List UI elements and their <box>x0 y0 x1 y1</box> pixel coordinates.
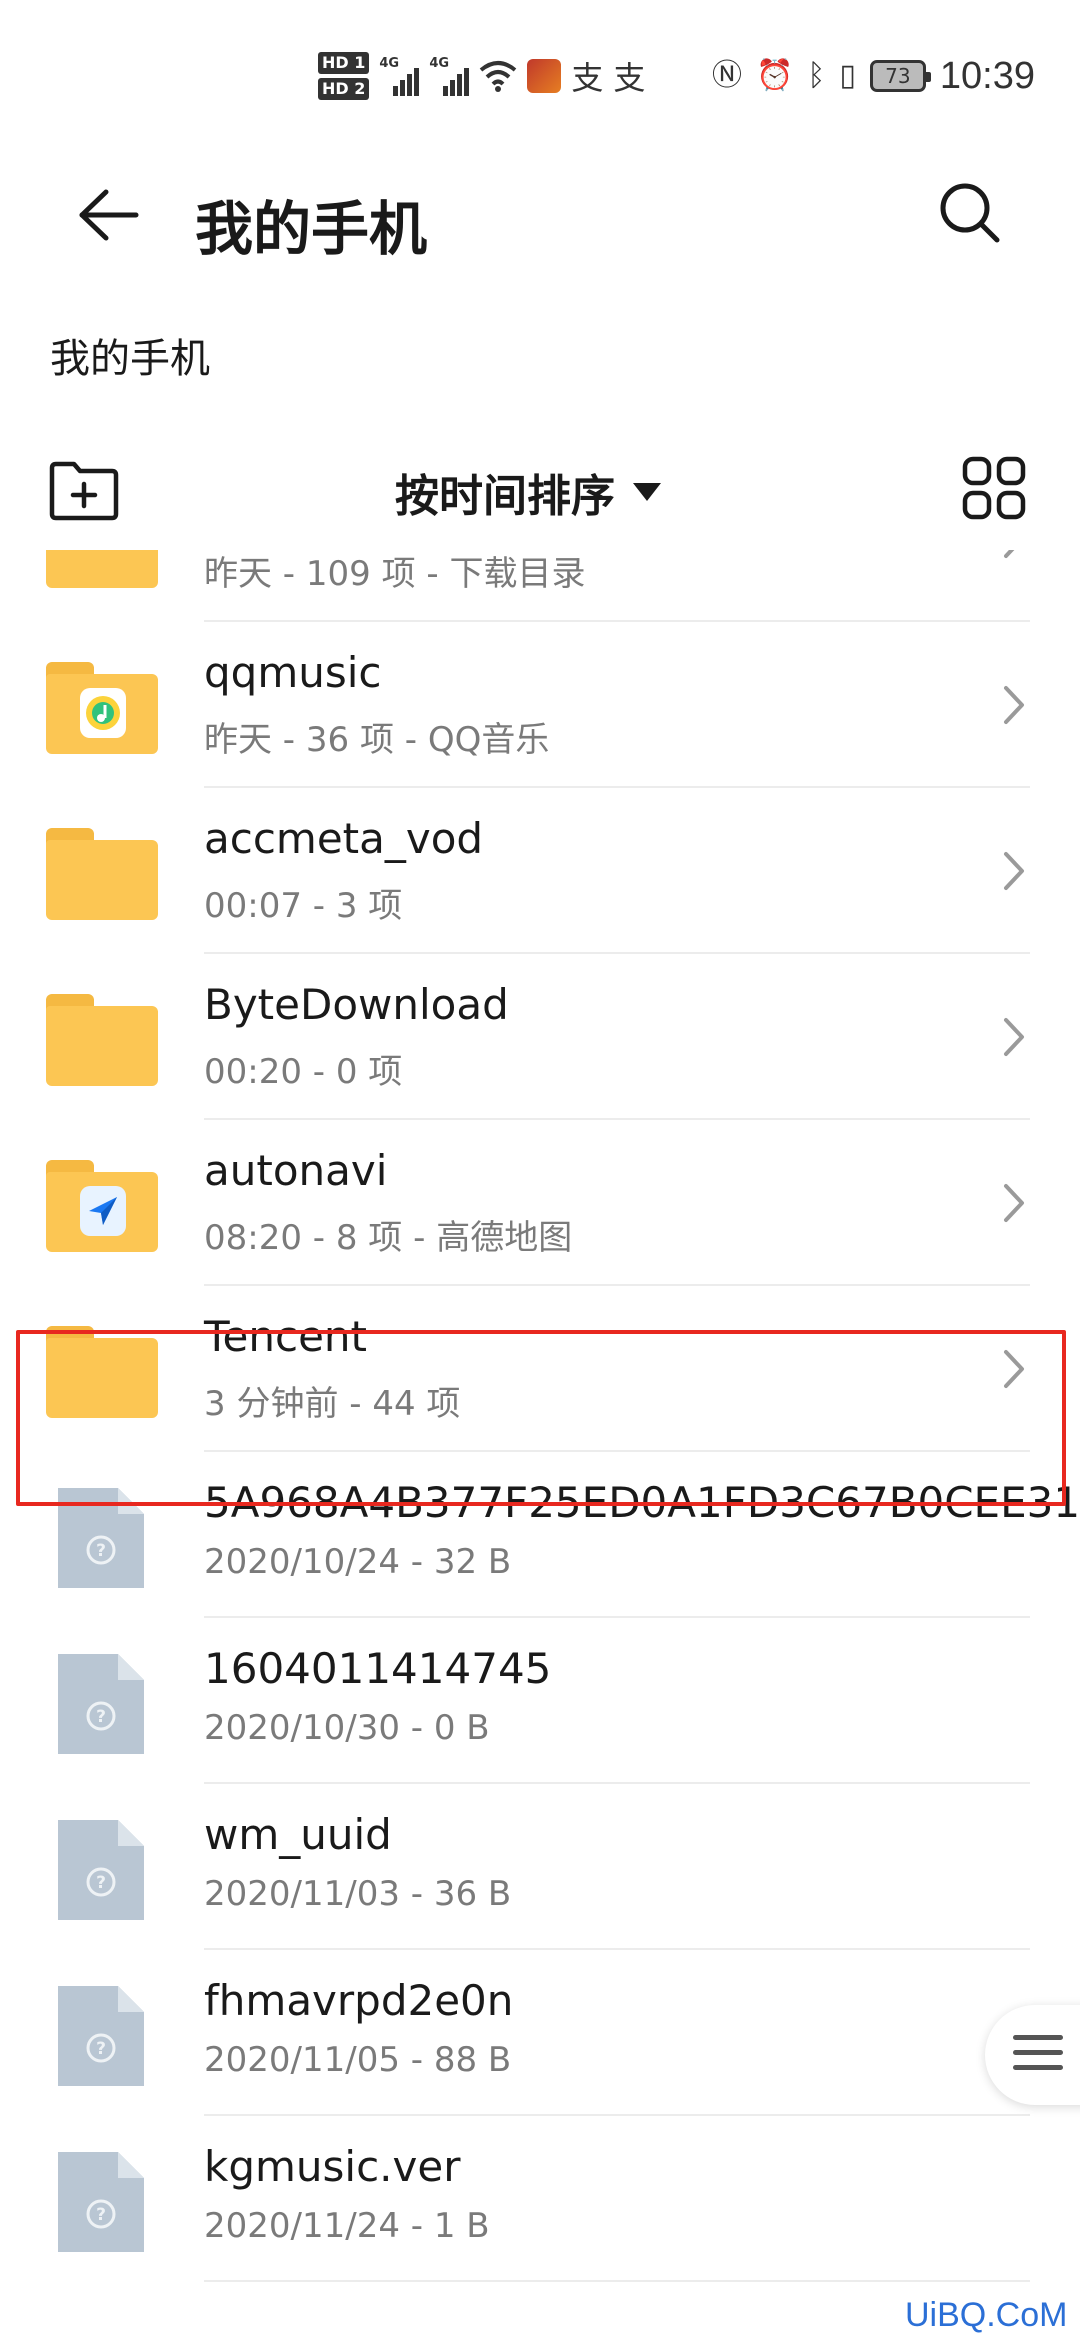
item-meta: 2020/11/05 - 88 B <box>204 2040 512 2080</box>
folder-icon <box>46 986 158 1086</box>
list-item-file[interactable]: ? 1604011414745 2020/10/30 - 0 B <box>0 1618 1080 1784</box>
item-name: fhmavrpd2e0n <box>204 1976 514 2025</box>
app-bar: 我的手机 <box>0 160 1080 270</box>
toolbar: 按时间排序 <box>0 440 1080 540</box>
battery-icon: 73 <box>869 60 931 92</box>
folder-icon <box>46 820 158 920</box>
nfc-icon: Ⓝ <box>712 58 742 93</box>
carrier-char-2: 支 <box>613 59 646 97</box>
svg-text:?: ? <box>96 2039 106 2059</box>
unknown-file-icon: ? <box>46 1650 158 1754</box>
page-title: 我的手机 <box>195 195 428 263</box>
item-name: autonavi <box>204 1146 388 1195</box>
search-icon[interactable] <box>935 178 1005 248</box>
svg-text:?: ? <box>96 2205 106 2225</box>
item-meta: 昨天 - 109 项 - 下载目录 <box>204 554 586 594</box>
list-item-file[interactable]: ? fhmavrpd2e0n 2020/11/05 - 88 B <box>0 1950 1080 2116</box>
item-meta: 08:20 - 8 项 - 高德地图 <box>204 1218 573 1258</box>
item-name: kgmusic.ver <box>204 2142 461 2191</box>
chevron-right-icon <box>1004 1018 1024 1056</box>
floating-menu-button[interactable] <box>985 2005 1080 2105</box>
autonavi-app-icon <box>80 1186 126 1236</box>
unknown-file-icon: ? <box>46 1982 158 2086</box>
chevron-right-icon <box>1004 550 1015 558</box>
item-meta: 昨天 - 36 项 - QQ音乐 <box>204 720 550 760</box>
highlight-box <box>16 1330 1066 1506</box>
list-item-folder[interactable]: accmeta_vod 00:07 - 3 项 <box>0 788 1080 954</box>
status-right: Ⓝ ⏰ ᛒ ▯ 73 10:39 <box>712 48 1035 104</box>
item-meta: 2020/11/24 - 1 B <box>204 2206 490 2246</box>
item-name: wm_uuid <box>204 1810 392 1859</box>
vibrate-icon: ▯ <box>839 58 856 93</box>
watermark: UiBQ.CoM <box>905 2296 1068 2334</box>
dropdown-triangle-icon <box>633 483 661 501</box>
item-name: 1604011414745 <box>204 1644 552 1693</box>
alarm-icon: ⏰ <box>756 58 794 93</box>
unknown-file-icon: ? <box>46 1816 158 1920</box>
status-left: HD 1 HD 2 4G 4G 支 支 <box>318 48 645 104</box>
breadcrumb[interactable]: 我的手机 <box>50 326 210 384</box>
list-item-folder[interactable]: 昨天 - 109 项 - 下载目录 <box>0 550 1080 622</box>
list-item-folder[interactable]: autonavi 08:20 - 8 项 - 高德地图 <box>0 1120 1080 1286</box>
folder-icon <box>46 654 158 754</box>
folder-icon <box>46 550 158 588</box>
divider <box>204 2280 1030 2282</box>
item-name: accmeta_vod <box>204 814 484 863</box>
signal-2-label: 4G <box>429 56 450 71</box>
chevron-right-icon <box>1004 686 1024 724</box>
chevron-right-icon <box>1004 852 1024 890</box>
hd-indicators: HD 1 HD 2 <box>318 52 370 100</box>
wifi-icon <box>480 61 517 92</box>
unknown-file-icon: ? <box>46 2148 158 2252</box>
list-item-folder[interactable]: qqmusic 昨天 - 36 项 - QQ音乐 <box>0 622 1080 788</box>
list-item-file[interactable]: ? kgmusic.ver 2020/11/24 - 1 B <box>0 2116 1080 2282</box>
chevron-right-icon <box>1004 1184 1024 1222</box>
sort-label: 按时间排序 <box>395 471 615 522</box>
status-bar: HD 1 HD 2 4G 4G 支 支 Ⓝ ⏰ ᛒ ▯ 73 10:39 <box>0 0 1080 150</box>
carrier-char-1: 支 <box>571 59 604 97</box>
menu-lines-icon <box>1013 2035 1063 2080</box>
signal-1-label: 4G <box>379 56 400 71</box>
sort-dropdown[interactable]: 按时间排序 <box>395 460 661 524</box>
game-app-icon <box>527 59 562 93</box>
qqmusic-app-icon <box>80 688 126 738</box>
folder-icon <box>46 1152 158 1252</box>
back-arrow-icon[interactable] <box>70 180 140 250</box>
item-meta: 2020/11/03 - 36 B <box>204 1874 512 1914</box>
clock: 10:39 <box>939 54 1035 97</box>
grid-view-icon[interactable] <box>962 456 1026 520</box>
item-meta: 2020/10/24 - 32 B <box>204 1542 512 1582</box>
svg-text:?: ? <box>96 1541 106 1561</box>
battery-level: 73 <box>885 64 911 88</box>
item-meta: 00:07 - 3 项 <box>204 886 403 926</box>
svg-text:?: ? <box>96 1873 106 1893</box>
svg-text:?: ? <box>96 1707 106 1727</box>
hd1-badge: HD 1 <box>318 52 370 74</box>
item-meta: 2020/10/30 - 0 B <box>204 1708 490 1748</box>
item-meta: 00:20 - 0 项 <box>204 1052 403 1092</box>
list-item-folder[interactable]: ByteDownload 00:20 - 0 项 <box>0 954 1080 1120</box>
signal-1-icon: 4G <box>379 56 420 96</box>
list-item-file[interactable]: ? wm_uuid 2020/11/03 - 36 B <box>0 1784 1080 1950</box>
new-folder-icon[interactable] <box>48 458 120 522</box>
hd2-badge: HD 2 <box>318 78 370 100</box>
item-name: qqmusic <box>204 648 382 697</box>
item-name: ByteDownload <box>204 980 509 1029</box>
bluetooth-icon: ᛒ <box>807 58 826 93</box>
signal-2-icon: 4G <box>429 56 470 96</box>
